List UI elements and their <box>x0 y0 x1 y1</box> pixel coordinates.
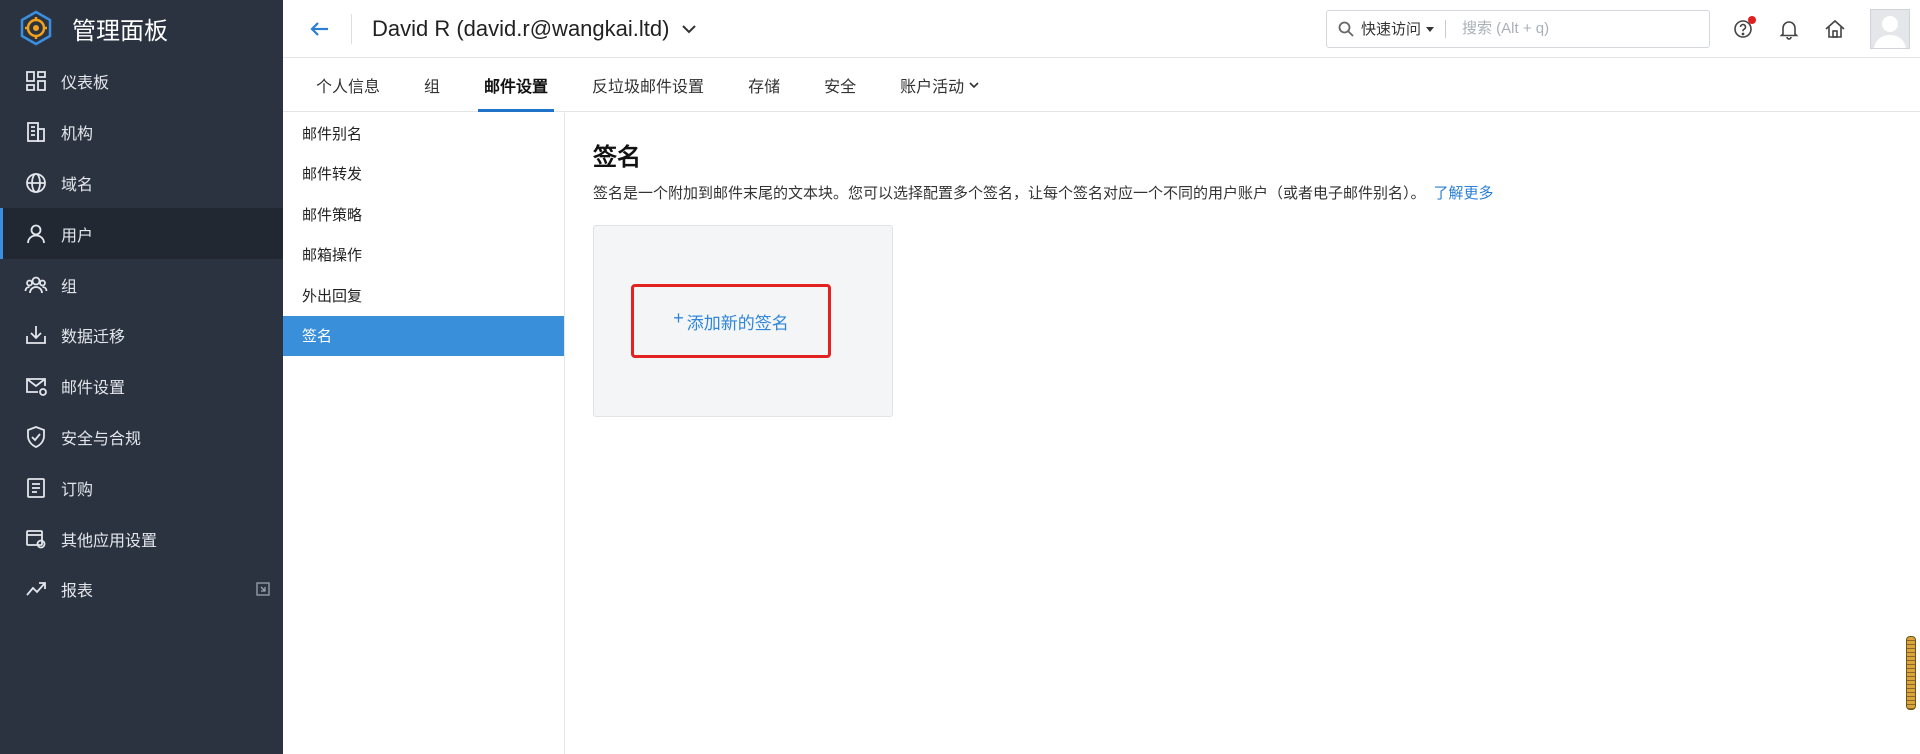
header-actions: 快速访问 <box>1326 8 1920 49</box>
tab-spam-settings[interactable]: 反垃圾邮件设置 <box>592 58 704 111</box>
sidebar: 管理面板 仪表板 机构 域名 用户 组 数据迁移 邮件设置 安全与合规 订购 其… <box>0 0 283 754</box>
tab-label: 账户活动 <box>900 78 965 96</box>
sidebar-item-label: 报表 <box>61 583 94 601</box>
sidebar-item-label: 用户 <box>61 227 94 245</box>
search-icon <box>1338 21 1354 37</box>
dashboard-icon <box>24 69 48 93</box>
external-link-icon[interactable] <box>255 581 271 597</box>
tab-personal-info[interactable]: 个人信息 <box>316 58 380 111</box>
search-separator <box>1445 19 1447 38</box>
user-avatar-icon <box>1874 15 1906 48</box>
notifications-button[interactable] <box>1776 16 1802 42</box>
chevron-down-icon <box>969 81 979 88</box>
tab-storage[interactable]: 存储 <box>748 58 780 111</box>
globe-icon <box>24 171 48 195</box>
scrollbar-thumb[interactable] <box>1906 636 1916 710</box>
quick-access-label: 快速访问 <box>1361 21 1422 38</box>
subnav-item-mail-forwarding[interactable]: 邮件转发 <box>283 154 564 195</box>
receipt-icon <box>24 476 48 500</box>
learn-more-link[interactable]: 了解更多 <box>1434 185 1494 202</box>
subnav-item-mail-policy[interactable]: 邮件策略 <box>283 194 564 235</box>
tab-security[interactable]: 安全 <box>824 58 856 111</box>
sidebar-item-data-migration[interactable]: 数据迁移 <box>0 310 283 361</box>
page-description: 签名是一个附加到邮件末尾的文本块。您可以选择配置多个签名，让每个签名对应一个不同… <box>593 182 1920 203</box>
mail-gear-icon <box>24 374 48 398</box>
app-settings-icon <box>24 527 48 551</box>
subnav-item-signature[interactable]: 签名 <box>283 315 564 356</box>
sidebar-item-other-app-settings[interactable]: 其他应用设置 <box>0 513 283 564</box>
download-tray-icon <box>24 323 48 347</box>
add-signature-button[interactable]: + 添加新的签名 <box>631 284 831 358</box>
admin-logo-icon <box>20 10 52 46</box>
caret-down-icon <box>1426 26 1435 32</box>
sidebar-item-label: 组 <box>61 278 78 296</box>
sidebar-item-organization[interactable]: 机构 <box>0 107 283 158</box>
sidebar-item-security-compliance[interactable]: 安全与合规 <box>0 412 283 463</box>
back-button[interactable] <box>303 12 337 46</box>
sidebar-item-groups[interactable]: 组 <box>0 259 283 310</box>
user-icon <box>24 222 48 246</box>
sidebar-item-subscription[interactable]: 订购 <box>0 462 283 513</box>
tab-account-activity[interactable]: 账户活动 <box>900 58 980 111</box>
search-input[interactable] <box>1462 20 1663 37</box>
plus-icon: + <box>673 307 684 328</box>
shield-icon <box>24 425 48 449</box>
signature-card: + 添加新的签名 <box>593 225 893 417</box>
subnav-item-mail-alias[interactable]: 邮件别名 <box>283 113 564 154</box>
brand[interactable]: 管理面板 <box>0 0 283 56</box>
user-tabs: 个人信息 组 邮件设置 反垃圾邮件设置 存储 安全 账户活动 <box>283 58 1920 112</box>
sidebar-item-label: 其他应用设置 <box>61 532 158 550</box>
add-signature-label: 添加新的签名 <box>686 313 789 333</box>
trend-icon <box>24 577 48 601</box>
page-title: 签名 <box>593 144 641 171</box>
tab-groups[interactable]: 组 <box>424 58 440 111</box>
sidebar-item-label: 机构 <box>61 126 94 144</box>
notification-dot <box>1748 15 1756 24</box>
sidebar-item-label: 安全与合规 <box>61 430 142 448</box>
sidebar-item-users[interactable]: 用户 <box>0 208 283 260</box>
quick-access-dropdown[interactable]: 快速访问 <box>1361 18 1435 39</box>
home-icon <box>1825 19 1845 38</box>
top-header: David R (david.r@wangkai.ltd) 快速访问 <box>283 0 1920 58</box>
sidebar-item-label: 域名 <box>61 176 94 194</box>
header-divider <box>351 13 352 44</box>
description-text: 签名是一个附加到邮件末尾的文本块。您可以选择配置多个签名，让每个签名对应一个不同… <box>593 185 1426 202</box>
help-button[interactable] <box>1730 15 1756 42</box>
user-title: David R (david.r@wangkai.ltd) <box>372 15 670 41</box>
tab-mail-settings[interactable]: 邮件设置 <box>478 58 555 112</box>
building-icon <box>24 120 48 144</box>
sidebar-item-mail-settings[interactable]: 邮件设置 <box>0 361 283 412</box>
home-button[interactable] <box>1822 16 1848 42</box>
bell-icon <box>1779 20 1799 40</box>
avatar[interactable] <box>1870 8 1910 49</box>
arrow-left-icon <box>310 21 328 36</box>
sidebar-item-label: 订购 <box>61 481 94 499</box>
sidebar-item-label: 数据迁移 <box>61 329 126 347</box>
sidebar-item-domains[interactable]: 域名 <box>0 158 283 209</box>
mail-settings-subnav: 邮件别名 邮件转发 邮件策略 邮箱操作 外出回复 签名 <box>283 113 565 754</box>
signature-content: 签名 签名是一个附加到邮件末尾的文本块。您可以选择配置多个签名，让每个签名对应一… <box>593 113 1920 754</box>
sidebar-item-label: 仪表板 <box>61 75 110 93</box>
search-box: 快速访问 <box>1326 9 1710 48</box>
brand-title: 管理面板 <box>72 17 168 45</box>
subnav-item-mailbox-actions[interactable]: 邮箱操作 <box>283 235 564 276</box>
subnav-item-out-of-office[interactable]: 外出回复 <box>283 275 564 316</box>
sidebar-item-label: 邮件设置 <box>61 380 126 398</box>
sidebar-nav: 仪表板 机构 域名 用户 组 数据迁移 邮件设置 安全与合规 订购 其他应用设置… <box>0 56 283 615</box>
sidebar-item-reports[interactable]: 报表 <box>0 564 283 615</box>
chevron-down-icon[interactable] <box>679 19 699 39</box>
group-icon <box>24 273 48 297</box>
sidebar-item-dashboard[interactable]: 仪表板 <box>0 56 283 107</box>
